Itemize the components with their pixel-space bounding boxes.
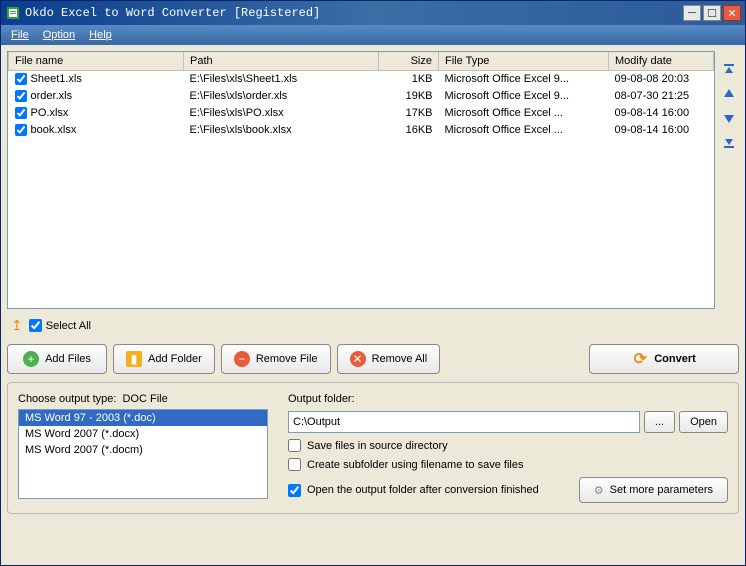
menu-help[interactable]: Help [83,27,118,43]
output-type-option[interactable]: MS Word 2007 (*.docx) [19,426,267,442]
set-more-parameters-button[interactable]: ⚙ Set more parameters [579,477,728,503]
col-filetype[interactable]: File Type [439,52,609,71]
row-checkbox[interactable] [15,90,27,102]
up-folder-icon[interactable]: ↥ [11,317,23,334]
save-source-label: Save files in source directory [307,440,448,452]
table-row[interactable]: book.xlsxE:\Files\xls\book.xlsx16KBMicro… [9,122,714,139]
file-list[interactable]: File name Path Size File Type Modify dat… [7,51,715,309]
folder-icon: ▮ [126,351,142,367]
output-type-option[interactable]: MS Word 2007 (*.docm) [19,442,267,458]
remove-file-button[interactable]: −Remove File [221,344,331,374]
table-row[interactable]: Sheet1.xlsE:\Files\xls\Sheet1.xls1KBMicr… [9,71,714,88]
convert-button[interactable]: ⟳Convert [589,344,739,374]
output-type-value: DOC File [122,393,167,405]
table-row[interactable]: PO.xlsxE:\Files\xls\PO.xlsx17KBMicrosoft… [9,105,714,122]
save-source-row: Save files in source directory [288,439,728,452]
create-subfolder-row: Create subfolder using filename to save … [288,458,728,471]
open-button[interactable]: Open [679,411,728,433]
output-folder-input[interactable] [288,411,640,433]
select-all-checkbox[interactable] [29,319,42,332]
create-subfolder-checkbox[interactable] [288,458,301,471]
button-row: +Add Files ▮Add Folder −Remove File ✕Rem… [7,342,739,376]
column-headers: File name Path Size File Type Modify dat… [9,52,714,71]
output-folder-col: Output folder: ... Open Save files in so… [288,393,728,503]
output-type-label: Choose output type: [18,393,116,405]
open-after-row: Open the output folder after conversion … [288,484,569,497]
select-all-row: ↥ Select All [7,315,739,336]
titlebar: Okdo Excel to Word Converter [Registered… [1,1,745,25]
open-after-checkbox[interactable] [288,484,301,497]
output-type-col: Choose output type: DOC File MS Word 97 … [18,393,268,503]
main-window: Okdo Excel to Word Converter [Registered… [0,0,746,566]
col-size[interactable]: Size [379,52,439,71]
create-subfolder-label: Create subfolder using filename to save … [307,459,523,471]
browse-button[interactable]: ... [644,411,675,433]
output-type-head: Choose output type: DOC File [18,393,268,405]
menubar: File Option Help [1,25,745,45]
minimize-button[interactable]: ─ [683,5,701,21]
output-type-option[interactable]: MS Word 97 - 2003 (*.doc) [19,410,267,426]
plus-icon: + [23,351,39,367]
gear-icon: ⚙ [594,484,604,497]
lower-panel: Choose output type: DOC File MS Word 97 … [7,382,739,514]
remove-all-button[interactable]: ✕Remove All [337,344,441,374]
x-icon: ✕ [350,351,366,367]
menu-option[interactable]: Option [37,27,81,43]
filelist-wrap: File name Path Size File Type Modify dat… [7,51,739,309]
maximize-button[interactable]: ☐ [703,5,721,21]
window-title: Okdo Excel to Word Converter [Registered… [25,6,683,20]
app-icon [5,5,21,21]
output-folder-row: ... Open [288,411,728,433]
window-controls: ─ ☐ ✕ [683,5,741,21]
move-bottom-icon[interactable] [720,133,738,151]
convert-icon: ⟳ [632,351,648,367]
row-checkbox[interactable] [15,107,27,119]
save-source-checkbox[interactable] [288,439,301,452]
row-checkbox[interactable] [15,124,27,136]
col-filename[interactable]: File name [9,52,184,71]
col-path[interactable]: Path [184,52,379,71]
reorder-arrows [719,51,739,309]
open-after-label: Open the output folder after conversion … [307,484,539,496]
select-all-text: Select All [46,320,91,332]
close-button[interactable]: ✕ [723,5,741,21]
add-files-button[interactable]: +Add Files [7,344,107,374]
move-up-icon[interactable] [720,85,738,103]
row-checkbox[interactable] [15,73,27,85]
content-area: File name Path Size File Type Modify dat… [1,45,745,565]
output-type-list[interactable]: MS Word 97 - 2003 (*.doc)MS Word 2007 (*… [18,409,268,499]
output-folder-label: Output folder: [288,393,728,405]
select-all-label[interactable]: Select All [29,319,91,332]
minus-icon: − [234,351,250,367]
move-down-icon[interactable] [720,109,738,127]
add-folder-button[interactable]: ▮Add Folder [113,344,215,374]
col-modify[interactable]: Modify date [609,52,714,71]
menu-file[interactable]: File [5,27,35,43]
table-row[interactable]: order.xlsE:\Files\xls\order.xls19KBMicro… [9,88,714,105]
move-top-icon[interactable] [720,61,738,79]
